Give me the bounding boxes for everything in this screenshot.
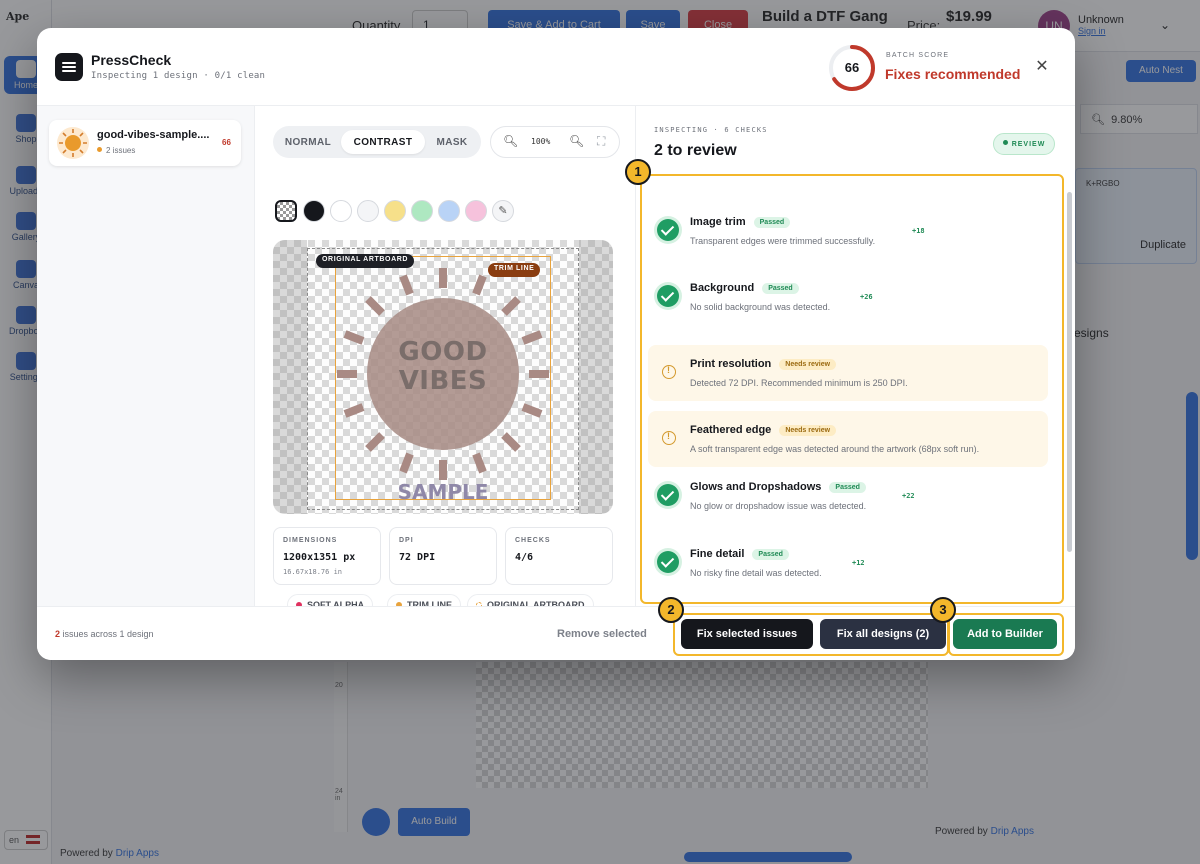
status-dot-icon — [1002, 140, 1008, 145]
checks-label: INSPECTING · 6 CHECKS — [654, 126, 768, 134]
modal-header: PressCheck Inspecting 1 design · 0/1 cle… — [37, 28, 1075, 106]
zoom-level: 100% — [531, 137, 551, 146]
design-list: good-vibes-sample.... 2 issues 66 — [37, 106, 255, 606]
zoom-in-icon[interactable]: 🔍︎ — [569, 134, 584, 148]
checks-scrollbar[interactable] — [1067, 192, 1072, 552]
mode-contrast-button[interactable]: CONTRAST — [341, 130, 425, 154]
fit-screen-icon[interactable]: ⛶ — [597, 134, 605, 149]
close-icon[interactable]: ✕ — [1033, 58, 1051, 76]
sun-thumbnail-icon — [58, 128, 88, 158]
design-score: 66 — [222, 138, 231, 147]
design-name: good-vibes-sample.... — [97, 129, 210, 141]
trim-line-tag: TRIM LINE — [488, 263, 541, 277]
stat-dimensions: DIMENSIONS 1200x1351 px 16.67x18.76 in — [273, 527, 381, 585]
soft-alpha-region-left — [273, 240, 307, 514]
batch-score-label: BATCH SCORE — [886, 52, 950, 59]
view-mode-toggle: NORMAL CONTRAST MASK — [273, 126, 481, 158]
list-item[interactable]: good-vibes-sample.... 2 issues 66 — [49, 120, 241, 166]
annotation-marker-2: 2 — [658, 597, 684, 623]
annotation-marker-1: 1 — [625, 159, 651, 185]
swatch-black[interactable] — [303, 200, 325, 222]
color-picker-icon[interactable]: ✎ — [492, 200, 514, 222]
batch-score-value: 66 — [844, 60, 860, 75]
swatch-transparent[interactable] — [275, 200, 297, 222]
annotation-box-1 — [640, 174, 1064, 604]
swatch-white[interactable] — [330, 200, 352, 222]
status-badge: REVIEW — [993, 133, 1055, 155]
swatch-yellow[interactable] — [384, 200, 406, 222]
issues-summary: 2 issues across 1 design — [55, 629, 154, 639]
inspection-subtitle: Inspecting 1 design · 0/1 clean — [91, 71, 266, 81]
zoom-out-icon[interactable]: 🔍︎ — [503, 134, 518, 148]
annotation-marker-3: 3 — [930, 597, 956, 623]
design-issue-count: 2 issues — [97, 146, 135, 155]
artwork-text: GOOD VIBES — [398, 337, 488, 396]
annotation-box-2 — [673, 613, 949, 656]
artwork-preview[interactable]: GOOD VIBES SAMPLE ORIGINAL ARTBOARD TRIM … — [273, 240, 613, 514]
mode-mask-button[interactable]: MASK — [429, 130, 475, 154]
soft-alpha-region-right — [579, 240, 613, 514]
design-thumbnail — [57, 127, 89, 159]
remove-selected-button[interactable]: Remove selected — [557, 628, 647, 640]
preview-zoom-control: 🔍︎ 100% 🔍︎ ⛶ — [490, 126, 620, 158]
stat-dpi: DPI 72 DPI — [389, 527, 497, 585]
stat-checks: CHECKS 4/6 — [505, 527, 613, 585]
warning-dot-icon — [97, 147, 102, 152]
swatch-green[interactable] — [411, 200, 433, 222]
app-title: PressCheck — [91, 52, 172, 68]
batch-status: Fixes recommended — [885, 66, 1021, 82]
swatch-light-gray[interactable] — [357, 200, 379, 222]
checks-title: 2 to review — [654, 142, 737, 159]
swatch-pink[interactable] — [465, 200, 487, 222]
swatch-blue[interactable] — [438, 200, 460, 222]
artwork-sample-text: SAMPLE — [397, 480, 489, 504]
annotation-box-3 — [948, 613, 1064, 656]
preview-panel: NORMAL CONTRAST MASK 🔍︎ 100% 🔍︎ ⛶ ✎ GOOD… — [255, 106, 635, 616]
menu-icon — [55, 53, 83, 81]
original-artboard-tag: ORIGINAL ARTBOARD — [316, 254, 415, 268]
mode-normal-button[interactable]: NORMAL — [279, 130, 337, 154]
